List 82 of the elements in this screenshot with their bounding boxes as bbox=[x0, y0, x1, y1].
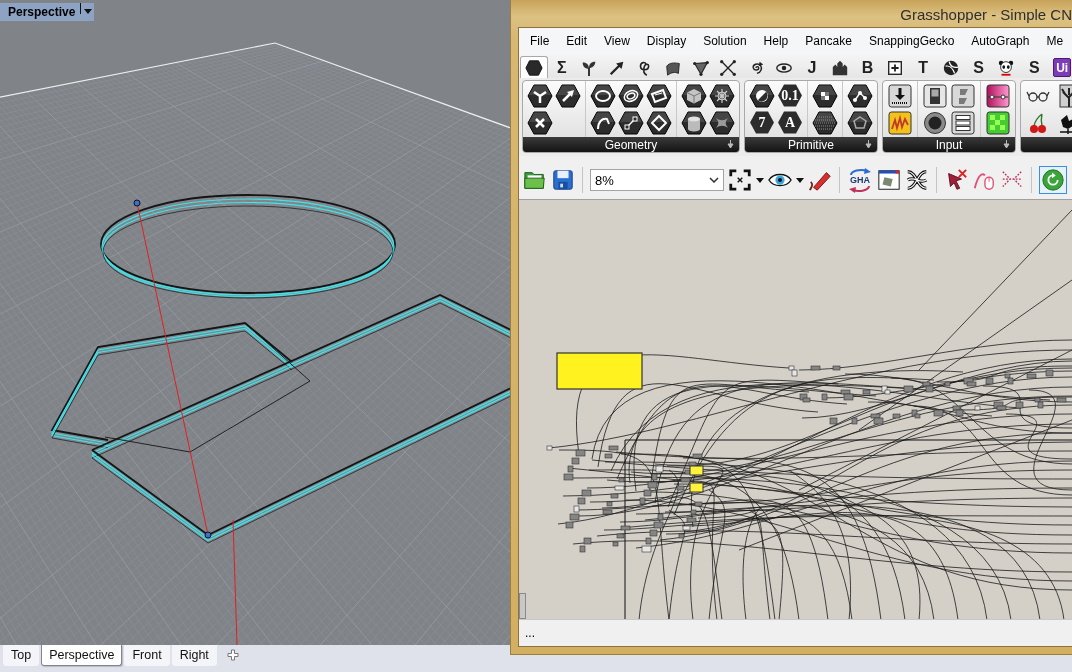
menu-item[interactable]: Pancake bbox=[803, 32, 854, 50]
solver-toggle-button[interactable] bbox=[1039, 166, 1067, 194]
slanted-bars-icon[interactable] bbox=[951, 83, 975, 108]
line-segment-icon[interactable] bbox=[618, 110, 644, 135]
plus-box-icon[interactable] bbox=[886, 58, 905, 77]
menu-item[interactable]: View bbox=[602, 32, 632, 50]
curved-arrow-icon bbox=[848, 184, 872, 193]
plane-icon[interactable] bbox=[646, 83, 672, 108]
menu-item[interactable]: File bbox=[528, 32, 552, 50]
zoom-combobox[interactable]: 8% bbox=[590, 169, 724, 191]
arrow-icon[interactable] bbox=[555, 83, 581, 108]
arc-icon[interactable] bbox=[590, 110, 616, 135]
download-icon[interactable] bbox=[888, 83, 912, 108]
gradient-icon[interactable] bbox=[986, 83, 1010, 108]
component-button[interactable]: A bbox=[777, 110, 803, 135]
category-tab[interactable]: Ui bbox=[1053, 58, 1072, 77]
category-tab[interactable]: B bbox=[853, 56, 882, 78]
menu-item[interactable]: Me bbox=[1044, 32, 1066, 50]
crossed-lines-icon[interactable] bbox=[719, 58, 738, 77]
tree-icon[interactable] bbox=[1059, 83, 1072, 108]
pin-icon[interactable] bbox=[1002, 140, 1011, 149]
panda-icon[interactable] bbox=[997, 58, 1016, 77]
cylinder-icon[interactable] bbox=[681, 110, 707, 135]
control-point-icon bbox=[133, 199, 141, 207]
panel-title: Input bbox=[935, 137, 963, 152]
dial-icon[interactable] bbox=[923, 110, 947, 135]
component-button[interactable]: 7 bbox=[749, 110, 775, 135]
menu-item[interactable]: SnappingGecko bbox=[866, 32, 957, 50]
pin-icon[interactable] bbox=[726, 140, 735, 149]
list-icon[interactable] bbox=[951, 110, 975, 135]
checker-tile-icon[interactable] bbox=[986, 110, 1010, 135]
category-tab[interactable] bbox=[520, 56, 548, 78]
viewport-tab[interactable]: Right bbox=[171, 645, 217, 666]
castle-icon[interactable] bbox=[830, 58, 849, 77]
graph-icon[interactable] bbox=[888, 110, 912, 135]
checker-icon[interactable] bbox=[812, 83, 838, 108]
category-tab[interactable]: T bbox=[909, 56, 937, 78]
menu-item[interactable]: AutoGraph bbox=[969, 32, 1032, 50]
cube-icon[interactable] bbox=[681, 83, 707, 108]
caret-icon[interactable] bbox=[796, 177, 804, 183]
node-path-icon[interactable] bbox=[847, 83, 873, 108]
triangle-icon[interactable] bbox=[691, 58, 710, 77]
pin-icon[interactable] bbox=[864, 140, 873, 149]
wires-icon[interactable] bbox=[905, 168, 929, 192]
panel-title: Primitive bbox=[788, 137, 834, 152]
category-tab[interactable]: Σ bbox=[547, 56, 576, 78]
status-text: ... bbox=[525, 626, 535, 640]
cross-icon[interactable] bbox=[527, 110, 553, 135]
menu-item[interactable]: Display bbox=[644, 32, 689, 50]
scrollbar-thumb[interactable] bbox=[519, 593, 526, 619]
panel-title: Geometry bbox=[604, 137, 658, 152]
ball-icon[interactable] bbox=[941, 58, 960, 77]
refresh-icon bbox=[1041, 168, 1065, 192]
window-preview-icon[interactable] bbox=[877, 168, 901, 192]
axes-icon[interactable] bbox=[527, 83, 553, 108]
window-title: Grasshopper - Simple CN bbox=[900, 5, 1072, 23]
mesh-icon[interactable] bbox=[709, 83, 735, 108]
dotted-hexagon-icon[interactable] bbox=[812, 110, 838, 135]
toggle-icon[interactable] bbox=[923, 83, 947, 108]
zoom-extents-icon[interactable] bbox=[728, 168, 752, 192]
chevron-down-icon bbox=[709, 177, 719, 183]
menu-item[interactable]: Help bbox=[761, 32, 791, 50]
pentagon-icon[interactable] bbox=[847, 110, 873, 135]
gha-button[interactable]: GHA bbox=[847, 167, 873, 193]
panel-footer bbox=[1021, 137, 1072, 152]
curved-star-icon[interactable] bbox=[709, 110, 735, 135]
diamond-icon[interactable] bbox=[646, 110, 672, 135]
caret-icon[interactable] bbox=[80, 3, 95, 14]
spiral-icon[interactable] bbox=[618, 83, 644, 108]
plus-icon[interactable] bbox=[226, 649, 239, 661]
menu-item[interactable]: Solution bbox=[701, 32, 749, 50]
menu-item[interactable]: Edit bbox=[564, 32, 590, 50]
viewport-tab[interactable]: Top bbox=[3, 645, 40, 666]
viewport-tab[interactable]: Front bbox=[124, 645, 170, 666]
curved-arrow-icon bbox=[848, 167, 872, 176]
component-button[interactable]: 0.1 bbox=[777, 83, 803, 108]
caret-icon[interactable] bbox=[756, 177, 764, 183]
viewport-tab[interactable]: Perspective bbox=[41, 645, 123, 666]
category-tab[interactable]: S bbox=[1020, 56, 1049, 78]
control-point-icon bbox=[204, 531, 212, 539]
category-tab[interactable]: S bbox=[964, 56, 993, 78]
category-tab[interactable]: J bbox=[797, 56, 826, 78]
